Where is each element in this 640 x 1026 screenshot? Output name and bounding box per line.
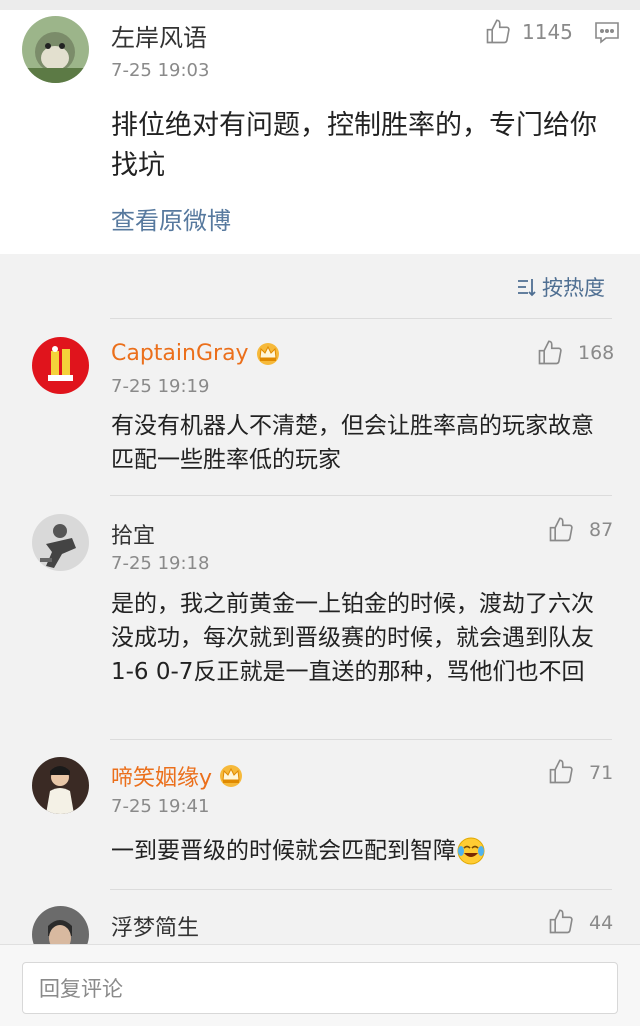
- post-text: 排位绝对有问题，控制胜率的，专门给你找坑: [111, 110, 597, 181]
- comment-text: 有没有机器人不清楚，但会让胜率高的玩家故意匹配一些胜率低的玩家: [111, 413, 594, 473]
- laughing-tears-emoji-icon: [457, 837, 485, 865]
- commenter-name[interactable]: 啼笑姻缘y: [111, 760, 244, 792]
- divider: [110, 495, 612, 496]
- post-author-name[interactable]: 左岸风语: [111, 18, 207, 53]
- thumbs-up-icon[interactable]: [547, 908, 575, 936]
- commenter-name[interactable]: 浮梦简生: [111, 910, 199, 942]
- comment-like-count: 168: [578, 342, 615, 364]
- sort-label: 按热度: [542, 276, 605, 300]
- comment-like-count: 71: [589, 762, 614, 784]
- vip-crown-icon: [256, 342, 279, 365]
- top-separator: [0, 0, 640, 10]
- thumbs-up-icon[interactable]: [484, 18, 512, 46]
- view-original-link[interactable]: 查看原微博: [111, 201, 231, 236]
- post-time: 7-25 19:03: [111, 60, 210, 81]
- thumbs-up-icon[interactable]: [547, 758, 575, 786]
- commenter-name-text: CaptainGray: [111, 341, 249, 366]
- comment-text: 一到要晋级的时候就会匹配到智障: [111, 838, 456, 864]
- thumbs-up-icon[interactable]: [547, 516, 575, 544]
- comment-time: 7-25 19:41: [111, 796, 210, 817]
- post-author-avatar[interactable]: [22, 16, 89, 83]
- reply-input[interactable]: 回复评论: [22, 962, 618, 1014]
- comment-icon[interactable]: [594, 21, 620, 45]
- comment-like-count: 44: [589, 912, 614, 934]
- commenter-name[interactable]: 拾宜: [111, 518, 155, 550]
- comment-text: 是的，我之前黄金一上铂金的时候，渡劫了六次没成功，每次就到晋级赛的时候，就会遇到…: [111, 591, 594, 685]
- reply-bar: 回复评论: [0, 944, 640, 1026]
- divider: [110, 889, 612, 890]
- comment-like-count: 87: [589, 519, 614, 541]
- main-post: 左岸风语 7-25 19:03 1145 排位绝对有问题，控制胜率的，专门给你找…: [0, 0, 640, 254]
- sort-icon: [518, 279, 536, 297]
- divider: [110, 739, 612, 740]
- divider: [110, 318, 612, 319]
- commenter-avatar[interactable]: [32, 514, 89, 571]
- sort-by-hot-button[interactable]: 按热度: [516, 272, 605, 302]
- commenter-avatar[interactable]: [32, 337, 89, 394]
- commenter-name[interactable]: CaptainGray: [111, 341, 281, 366]
- vip-crown-icon: [220, 765, 243, 787]
- comment-time: 7-25 19:19: [111, 376, 210, 397]
- commenter-name-text: 啼笑姻缘y: [111, 766, 213, 791]
- commenter-avatar[interactable]: [32, 757, 89, 814]
- comment-time: 7-25 19:18: [111, 553, 210, 574]
- comment-text-row: 一到要晋级的时候就会匹配到智障: [111, 834, 616, 868]
- post-like-count: 1145: [522, 20, 573, 44]
- thumbs-up-icon[interactable]: [536, 339, 564, 367]
